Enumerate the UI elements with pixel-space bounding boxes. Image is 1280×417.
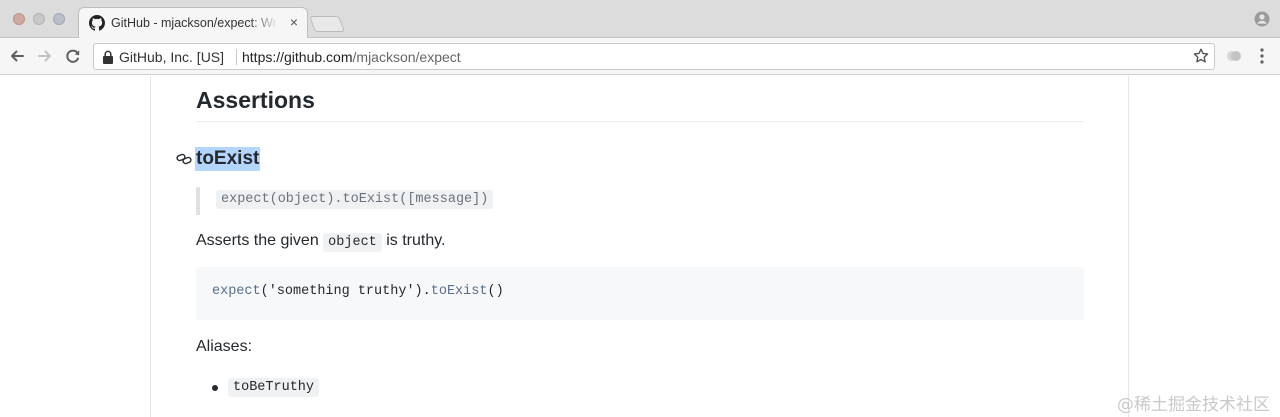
code-fn-toexist: toExist — [430, 284, 488, 299]
profile-icon[interactable] — [1254, 11, 1270, 27]
minimize-window-button[interactable] — [33, 13, 45, 25]
code-mid: ). — [414, 284, 431, 299]
alias-code: toBeTruthy — [228, 378, 320, 397]
github-icon — [89, 15, 105, 31]
menu-dots-icon[interactable] — [1259, 47, 1265, 65]
extension-icon[interactable] — [1226, 48, 1242, 64]
example-code: expect('something truthy').toExist() — [212, 284, 504, 299]
link-icon[interactable] — [176, 152, 192, 166]
heading-divider — [196, 121, 1084, 122]
tab-title-fade — [249, 12, 279, 34]
watermark: @稀土掘金技术社区 — [1117, 395, 1270, 415]
example-code-block: expect('something truthy').toExist() — [196, 267, 1084, 320]
browser-toolbar: GitHub, Inc. [US] https://github.com/mja… — [0, 38, 1280, 75]
url-path: /mjackson/expect — [352, 49, 461, 65]
close-tab-icon[interactable]: × — [286, 14, 302, 30]
aliases-label: Aliases: — [196, 338, 253, 355]
browser-tab[interactable]: GitHub - mjackson/expect: Wr × — [78, 7, 308, 39]
list-bullet — [212, 385, 218, 391]
close-window-button[interactable] — [13, 13, 25, 25]
signature-code: expect(object).toExist([message]) — [216, 190, 494, 209]
forward-icon[interactable] — [35, 46, 55, 66]
description-paragraph: Asserts the given object is truthy. — [196, 232, 446, 252]
secure-connection-label[interactable]: GitHub, Inc. [US] — [119, 49, 224, 65]
content-border-left — [150, 76, 151, 417]
zoom-window-button[interactable] — [53, 13, 65, 25]
new-tab-button[interactable] — [309, 16, 345, 32]
back-icon[interactable] — [7, 46, 27, 66]
bookmark-star-icon[interactable] — [1192, 47, 1210, 65]
code-paren-open: ( — [260, 284, 269, 299]
method-heading: toExist — [195, 147, 261, 171]
description-code: object — [323, 233, 382, 252]
code-paren-close: () — [487, 284, 504, 299]
address-bar[interactable]: GitHub, Inc. [US] https://github.com/mja… — [93, 43, 1215, 70]
tab-bar: GitHub - mjackson/expect: Wr × — [0, 0, 1280, 39]
code-string: 'something truthy' — [268, 284, 415, 299]
address-bar-divider — [236, 49, 237, 65]
reload-icon[interactable] — [63, 46, 83, 66]
assertions-heading: Assertions — [196, 87, 315, 113]
code-fn-expect: expect — [212, 284, 261, 299]
signature-blockquote: expect(object).toExist([message]) — [196, 187, 1084, 215]
url-host: https://github.com — [242, 49, 353, 65]
url-text[interactable]: https://github.com/mjackson/expect — [242, 49, 461, 65]
lock-icon[interactable] — [102, 50, 114, 64]
description-text-end: is truthy. — [381, 232, 446, 249]
page-content: Assertions toExist expect(object).toExis… — [0, 76, 1280, 417]
description-text-start: Asserts the given — [196, 232, 324, 249]
content-border-right — [1128, 76, 1129, 417]
